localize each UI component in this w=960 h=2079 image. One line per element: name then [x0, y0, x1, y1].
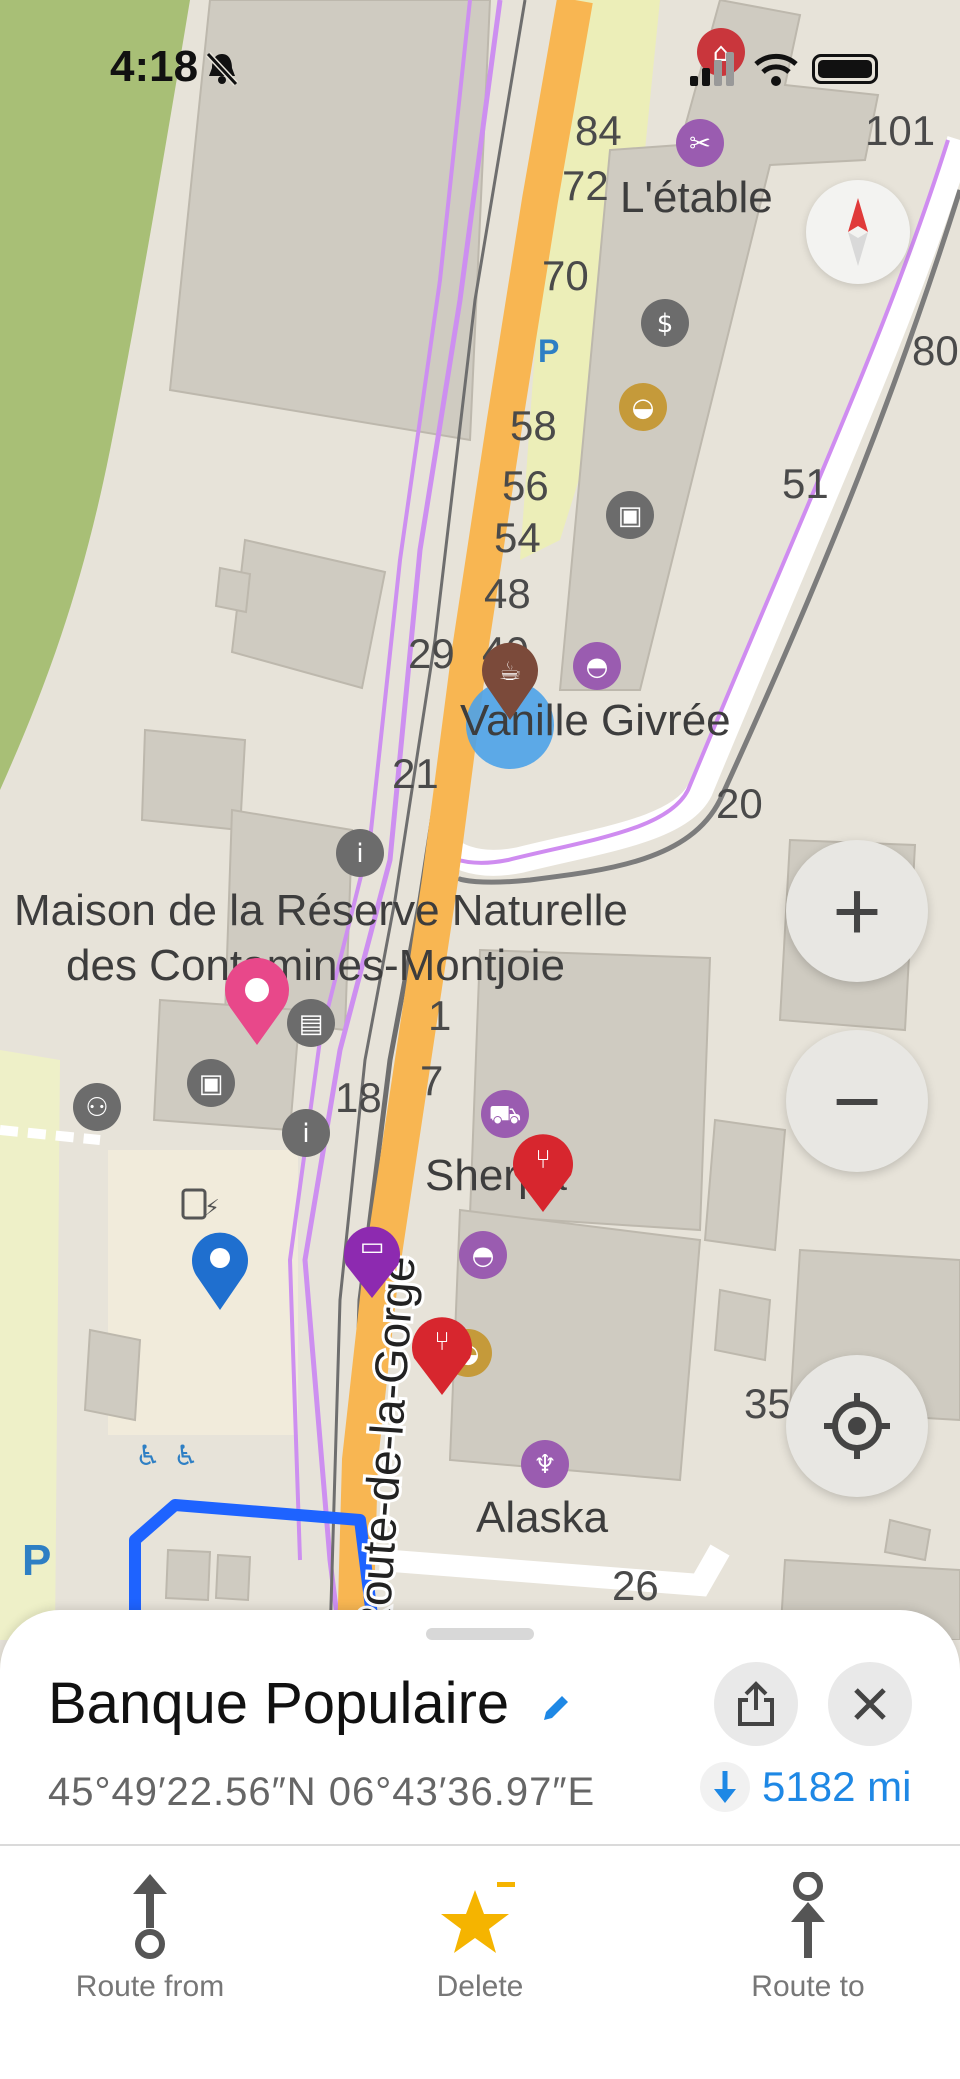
house-number: 72	[562, 162, 609, 209]
house-number: 7	[420, 1057, 443, 1104]
route-to-icon	[791, 1872, 825, 1958]
direction-arrow-icon	[700, 1762, 750, 1812]
house-number: 70	[542, 252, 589, 299]
coordinates[interactable]: 45°49′22.56″N 06°43′36.97″E	[48, 1770, 595, 1815]
poi-label-maison-2: des Contamines-Montjoie	[66, 941, 565, 990]
zoom-out-label: −	[832, 1054, 882, 1148]
fastfood-icon[interactable]: ◒	[619, 383, 667, 431]
svg-text:♿: ♿	[173, 1439, 198, 1472]
bookmark-star-icon	[441, 1882, 515, 1953]
crosshair-icon	[824, 1393, 890, 1459]
svg-text:▤: ▤	[299, 1009, 324, 1039]
close-button[interactable]	[828, 1662, 912, 1746]
house-number: 48	[484, 570, 531, 617]
house-number: 35	[744, 1380, 791, 1427]
office-icon[interactable]: ▣	[606, 491, 654, 539]
atm-icon[interactable]: ▤	[287, 999, 335, 1047]
svg-text:⚡: ⚡	[204, 1196, 219, 1221]
close-icon	[854, 1688, 886, 1720]
house-number: 58	[510, 402, 557, 449]
svg-text:♆: ♆	[533, 1450, 556, 1480]
svg-text:⑂: ⑂	[434, 1327, 450, 1357]
house-number: 20	[716, 780, 763, 827]
svg-text:⛟: ⛟	[489, 1100, 522, 1130]
house-number: 29	[408, 630, 455, 677]
delete-label: Delete	[436, 1970, 524, 2003]
svg-text:▣: ▣	[618, 501, 643, 531]
house-number: 1	[428, 992, 451, 1039]
distance-value: 5182 mi	[762, 1763, 912, 1810]
poi-label-alaska: Alaska	[476, 1493, 609, 1542]
svg-text:▣: ▣	[199, 1069, 224, 1099]
status-time: 4:18	[110, 42, 199, 91]
bank-icon[interactable]: $	[641, 299, 689, 347]
zoom-in-button[interactable]: +	[786, 840, 928, 982]
svg-text:☕: ☕	[498, 657, 521, 687]
supermarket-icon[interactable]: ⛟	[481, 1090, 529, 1138]
house-number: 80	[912, 327, 959, 374]
svg-text:◒: ◒	[632, 393, 655, 423]
distance-indicator: 5182 mi	[700, 1762, 911, 1812]
share-button[interactable]	[714, 1662, 798, 1746]
cellular-signal-icon	[690, 52, 734, 86]
house-number: 21	[392, 750, 439, 797]
delete-bookmark-button[interactable]: Delete	[360, 1860, 600, 2010]
wifi-icon	[754, 53, 798, 86]
route-to-button[interactable]: Route to	[688, 1860, 928, 2010]
status-bar: 4:18	[0, 0, 960, 140]
svg-text:▭: ▭	[360, 1232, 385, 1262]
zoom-in-label: +	[832, 864, 882, 958]
route-from-icon	[133, 1874, 167, 1959]
trophy-icon[interactable]: ♆	[521, 1440, 569, 1488]
svg-text:◓: ◓	[586, 652, 609, 682]
silent-mode-icon	[205, 51, 239, 87]
divider	[0, 1844, 960, 1846]
parking-label: P	[22, 1536, 51, 1585]
house-number: 18	[335, 1074, 382, 1121]
route-from-button[interactable]: Route from	[30, 1860, 270, 2010]
parking-label: P	[538, 333, 559, 369]
poi-label-letable: L'étable	[620, 173, 773, 222]
toilets-icon[interactable]: ⚇	[73, 1083, 121, 1131]
place-sheet[interactable]: Banque Populaire 45°49′22.56″N 06°43′36.…	[0, 1610, 960, 2079]
my-location-button[interactable]	[786, 1355, 928, 1497]
compass-needle-icon	[848, 198, 868, 266]
house-number: 54	[494, 514, 541, 561]
house-number: 51	[782, 460, 829, 507]
poi-label-maison-1: Maison de la Réserve Naturelle	[14, 886, 628, 935]
svg-text:$: $	[657, 309, 674, 339]
info-icon[interactable]: i	[282, 1109, 330, 1157]
house-number: 56	[502, 462, 549, 509]
battery-icon	[812, 54, 878, 84]
svg-text:◓: ◓	[472, 1241, 495, 1271]
bakery-icon[interactable]: ◓	[459, 1231, 507, 1279]
office-icon[interactable]: ▣	[187, 1059, 235, 1107]
info-icon[interactable]: i	[336, 829, 384, 877]
svg-text:i: i	[356, 839, 363, 869]
svg-text:⑂: ⑂	[535, 1145, 551, 1175]
share-icon	[738, 1681, 774, 1726]
svg-text:⚇: ⚇	[85, 1093, 108, 1123]
svg-text:i: i	[302, 1119, 309, 1149]
svg-text:♿: ♿	[135, 1439, 160, 1472]
bakery-icon[interactable]: ◓	[573, 642, 621, 690]
house-number: 26	[612, 1562, 659, 1609]
edit-pencil-icon[interactable]	[538, 1690, 574, 1726]
route-to-label: Route to	[751, 1970, 865, 2003]
place-title: Banque Populaire	[48, 1671, 510, 1736]
route-from-label: Route from	[75, 1970, 225, 2003]
compass-button[interactable]	[806, 180, 910, 284]
zoom-out-button[interactable]: −	[786, 1030, 928, 1172]
sheet-grabber[interactable]	[426, 1628, 534, 1640]
